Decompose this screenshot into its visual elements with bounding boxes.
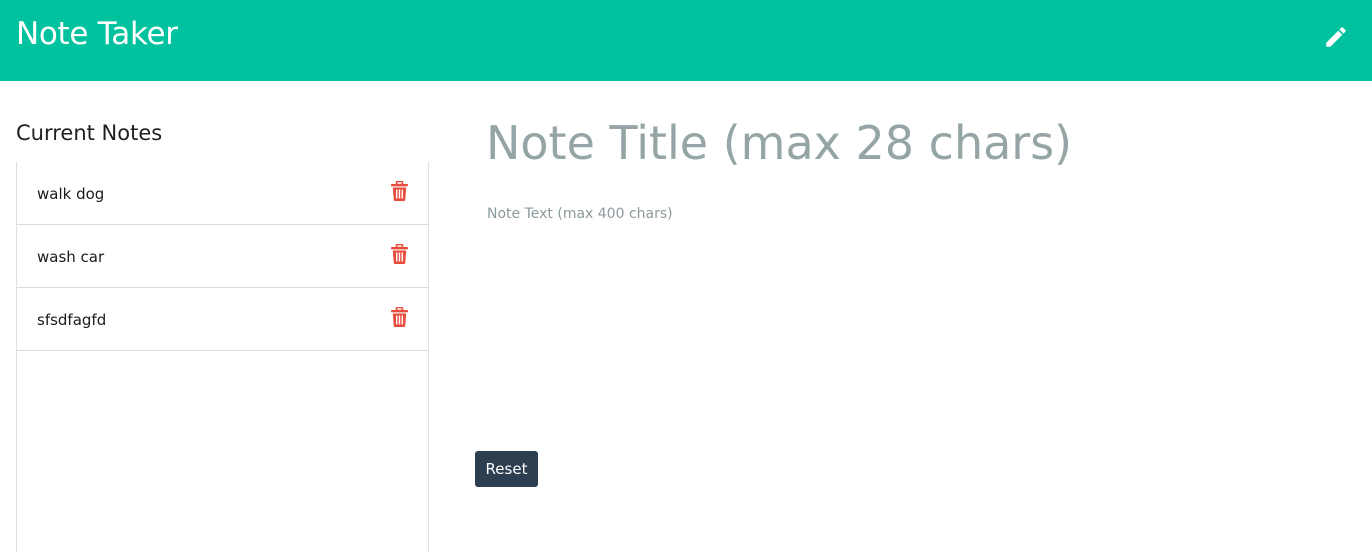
note-item[interactable]: sfsdfagfd [17,288,428,351]
sidebar-title: Current Notes [16,121,163,145]
navbar: Note Taker [0,0,1372,81]
note-title: wash car [37,248,105,266]
note-title-input[interactable] [476,108,1336,178]
note-item[interactable]: wash car [17,225,428,288]
note-item[interactable]: walk dog [17,162,428,225]
notes-list: walk dog wash car sfsdfagfd [16,162,429,552]
trash-icon[interactable] [391,307,408,327]
new-note-button[interactable] [1318,19,1354,55]
pencil-icon [1326,27,1346,47]
note-title: walk dog [37,185,105,203]
trash-icon[interactable] [391,244,408,264]
app-title: Note Taker [16,16,178,52]
reset-button[interactable]: Reset [475,451,538,487]
trash-icon[interactable] [391,181,408,201]
note-title: sfsdfagfd [37,311,107,329]
note-text-input[interactable] [476,200,1336,430]
